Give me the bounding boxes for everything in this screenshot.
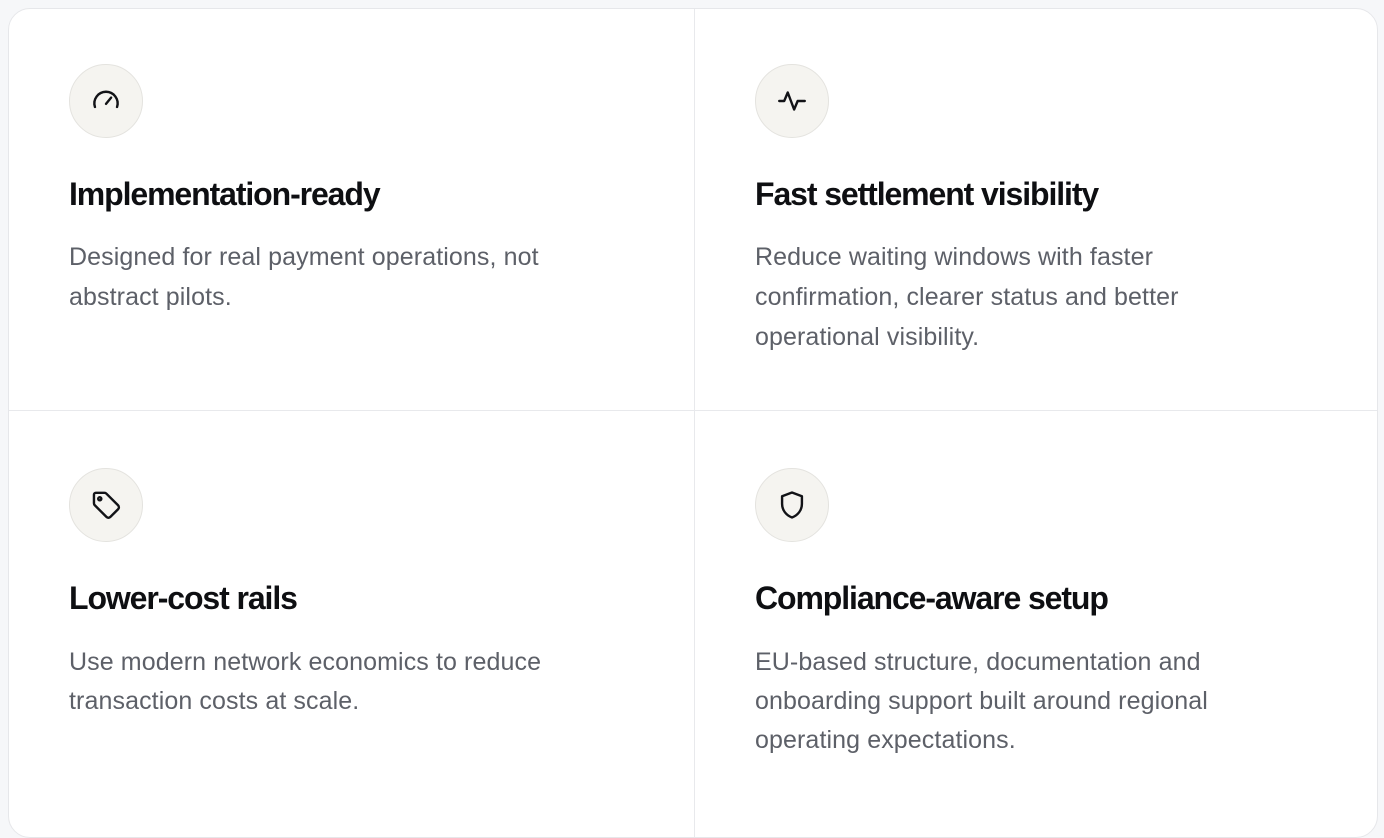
- feature-description: Designed for real payment operations, no…: [69, 243, 539, 311]
- feature-lower-cost-rails: Lower-cost rails Use modern network econ…: [9, 411, 695, 837]
- feature-title: Compliance-aware setup: [755, 580, 1109, 616]
- feature-title: Fast settlement visibility: [755, 176, 1099, 212]
- feature-icon-badge: [69, 64, 143, 138]
- feature-title: Implementation-ready: [69, 176, 381, 212]
- shield-icon: [780, 491, 804, 519]
- feature-title: Lower-cost rails: [69, 580, 298, 616]
- feature-description: Use modern network economics to reduce tr…: [69, 648, 542, 715]
- feature-compliance-aware-setup: Compliance-aware setup EU-based structur…: [695, 411, 1377, 837]
- feature-icon-badge: [69, 468, 143, 542]
- feature-description: EU-based structure, documentation and onb…: [755, 648, 1208, 754]
- gauge-icon: [93, 90, 119, 109]
- feature-implementation-ready: Implementation-ready Designed for real p…: [9, 9, 695, 411]
- feature-fast-settlement-visibility: Fast settlement visibility Reduce waitin…: [695, 9, 1377, 411]
- features-grid: Implementation-ready Designed for real p…: [9, 9, 1377, 837]
- feature-icon-badge: [755, 64, 829, 138]
- features-card: Implementation-ready Designed for real p…: [8, 8, 1378, 838]
- feature-icon-badge: [755, 468, 829, 542]
- activity-pulse-icon: [778, 91, 806, 111]
- tag-icon: [92, 491, 121, 519]
- feature-description: Reduce waiting windows with faster confir…: [755, 243, 1179, 351]
